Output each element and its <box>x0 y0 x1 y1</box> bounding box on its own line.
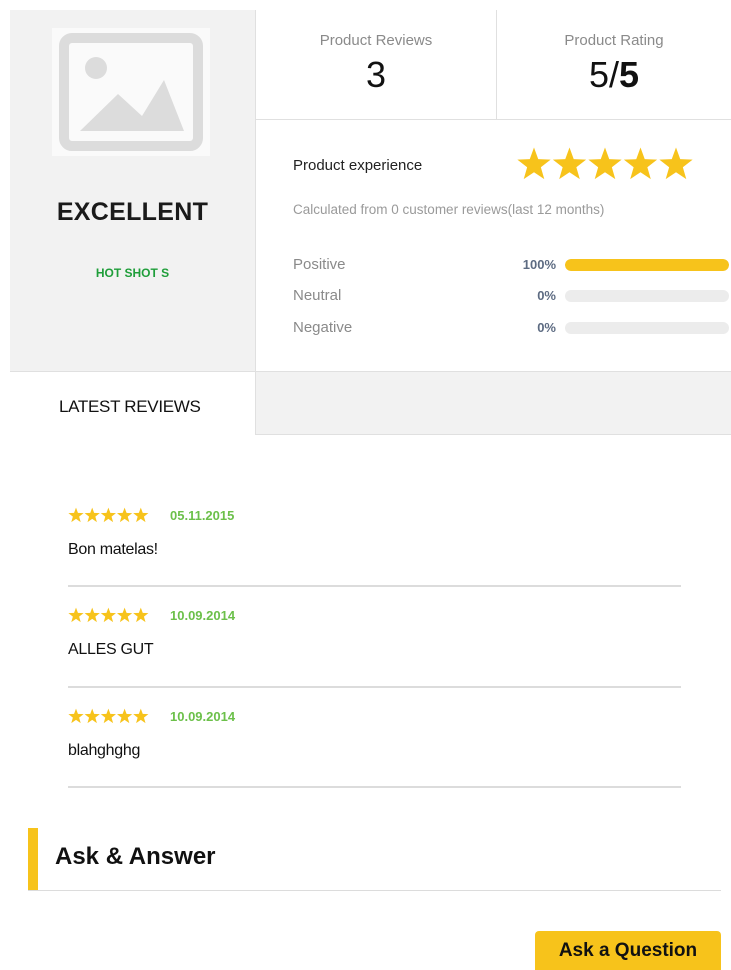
review-stars <box>68 507 150 523</box>
star-icon <box>68 607 84 623</box>
star-icon <box>552 147 587 180</box>
star-icon <box>116 708 133 724</box>
tab-latest-reviews-label: LATEST REVIEWS <box>59 397 201 416</box>
tab-latest-reviews[interactable]: LATEST REVIEWS <box>10 371 255 435</box>
product-name: HOT SHOT S <box>95 266 170 280</box>
product-rating-metric: Product Rating 5/5 <box>497 10 731 120</box>
distribution-neutral: Neutral 0% <box>293 286 729 306</box>
star-icon <box>133 507 149 523</box>
product-panel: EXCELLENT HOT SHOT S <box>10 10 256 371</box>
distribution-percent: 0% <box>537 320 556 335</box>
star-icon <box>68 708 84 724</box>
image-placeholder-icon <box>52 28 210 156</box>
ask-accent-bar <box>28 828 38 890</box>
rating-summary: EXCELLENT HOT SHOT S Product Reviews 3 P… <box>10 10 731 372</box>
product-reviews-metric: Product Reviews 3 <box>256 10 497 120</box>
product-reviews-count: 3 <box>365 54 387 95</box>
ask-question-button[interactable]: Ask a Question <box>535 931 721 970</box>
star-icon <box>588 147 622 180</box>
rating-score: 5/ <box>588 54 619 95</box>
review-stars <box>68 607 150 623</box>
review-text: ALLES GUT <box>68 641 154 658</box>
distribution-positive: Positive 100% <box>293 255 729 275</box>
star-icon <box>84 607 100 623</box>
distribution-bar <box>565 322 729 334</box>
star-icon <box>133 607 149 623</box>
review-tabs: LATEST REVIEWS <box>10 371 731 435</box>
distribution-bar <box>565 259 729 271</box>
distribution-bar-fill <box>565 259 729 271</box>
distribution-label: Neutral <box>293 287 342 304</box>
star-icon <box>100 607 117 623</box>
rating-max: 5 <box>619 54 640 95</box>
review-stars <box>68 708 150 724</box>
review-date: 10.09.2014 <box>170 608 236 623</box>
product-reviews-label: Product Reviews <box>319 32 433 49</box>
star-icon <box>116 607 133 623</box>
star-icon <box>100 708 117 724</box>
star-icon <box>84 708 100 724</box>
star-icon <box>623 147 658 180</box>
calculated-from-text: Calculated from 0 customer reviews(last … <box>293 202 605 217</box>
star-icon <box>517 147 551 180</box>
experience-label: Product experience <box>293 157 423 174</box>
star-icon <box>100 507 117 523</box>
rating-word: EXCELLENT <box>56 198 209 226</box>
review-item: 05.11.2015 Bon matelas! <box>68 507 681 587</box>
ask-answer-section: Ask & Answer <box>28 828 721 891</box>
review-text: Bon matelas! <box>68 541 158 558</box>
star-icon <box>116 507 133 523</box>
review-date: 05.11.2015 <box>170 508 235 523</box>
distribution-percent: 100% <box>522 257 556 272</box>
star-icon <box>659 147 693 180</box>
review-date: 10.09.2014 <box>170 709 236 724</box>
distribution-label: Positive <box>293 256 346 273</box>
review-item: 10.09.2014 ALLES GUT <box>68 607 681 688</box>
ask-answer-title: Ask & Answer <box>55 843 216 870</box>
review-text: blahghghg <box>68 742 141 759</box>
distribution-percent: 0% <box>537 288 556 303</box>
star-icon <box>133 708 149 724</box>
star-icon <box>68 507 84 523</box>
distribution-negative: Negative 0% <box>293 318 729 338</box>
tab-bar-filler <box>255 371 731 435</box>
experience-stars <box>516 146 694 182</box>
product-rating-value: 5/5 <box>497 54 731 96</box>
review-item: 10.09.2014 blahghghg <box>68 708 681 788</box>
distribution-label: Negative <box>293 319 353 336</box>
distribution-bar <box>565 290 729 302</box>
product-rating-label: Product Rating <box>564 32 664 49</box>
star-icon <box>84 507 100 523</box>
